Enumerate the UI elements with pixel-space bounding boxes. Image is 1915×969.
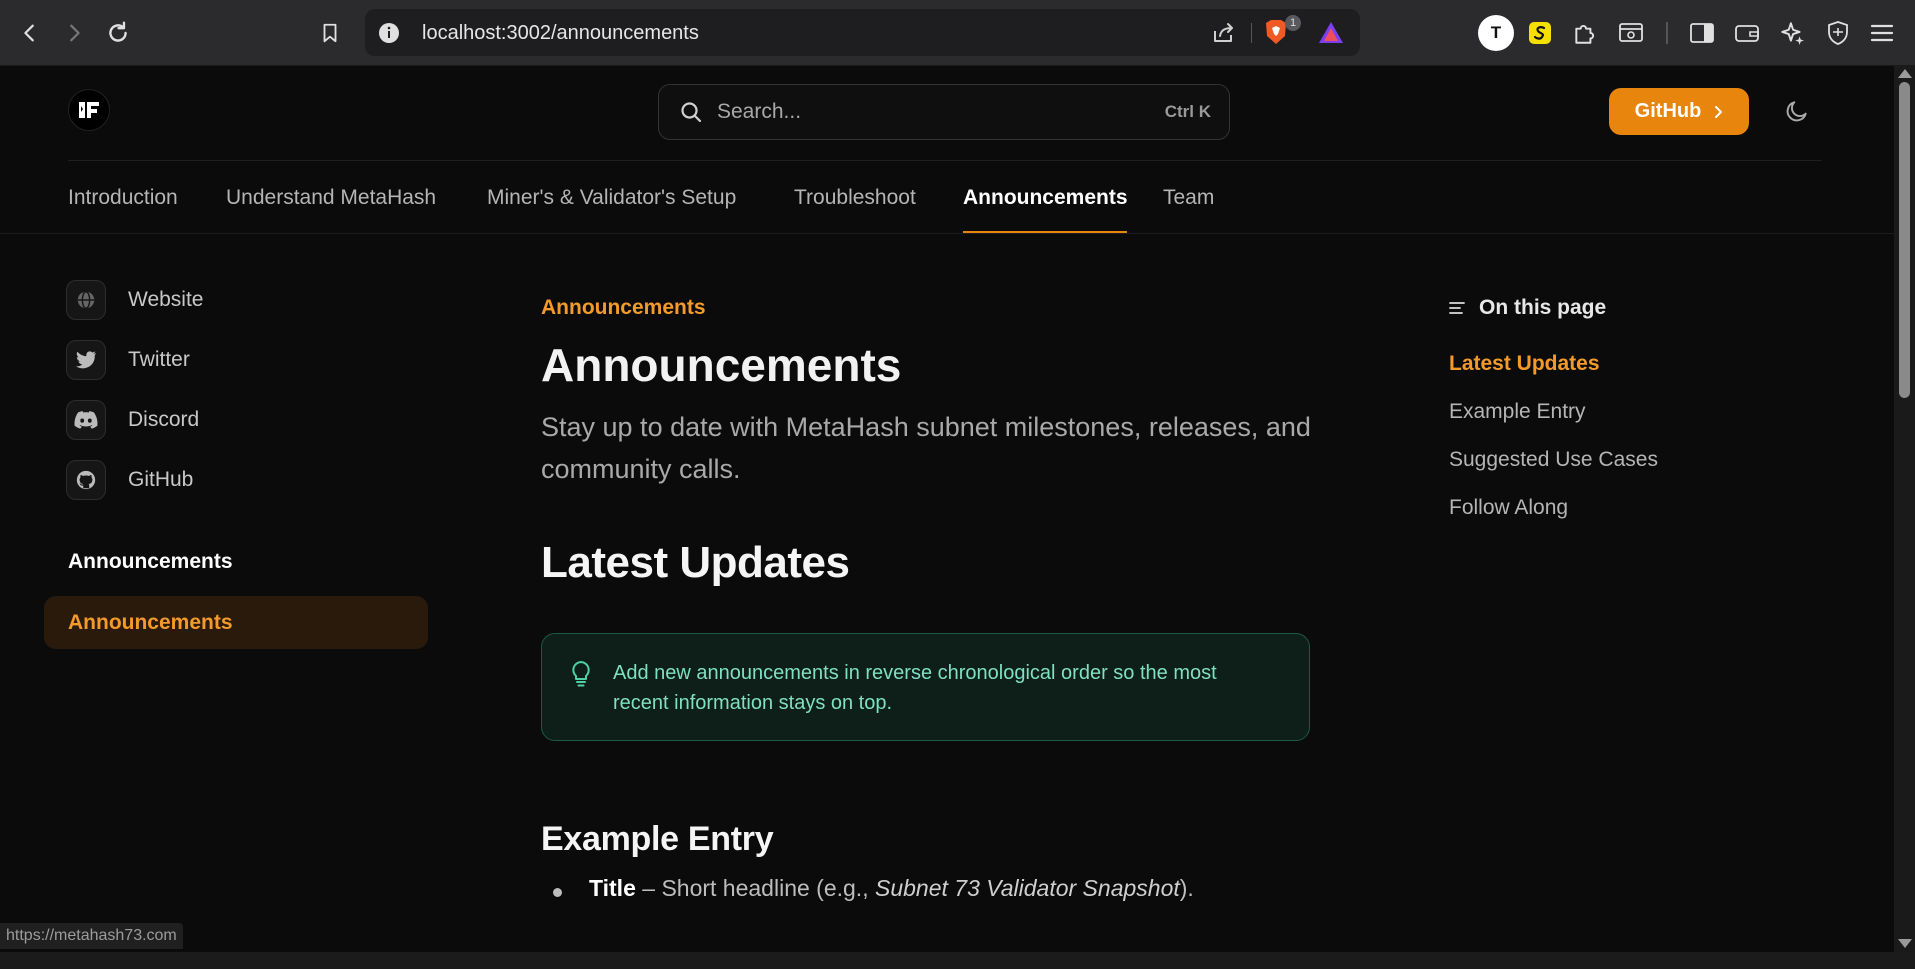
url-separator bbox=[1251, 23, 1252, 43]
site-logo[interactable] bbox=[68, 89, 110, 131]
scrollbar-thumb[interactable] bbox=[1899, 82, 1910, 398]
toc-item-follow-along[interactable]: Follow Along bbox=[1449, 496, 1568, 520]
toc-item-latest-updates[interactable]: Latest Updates bbox=[1449, 352, 1600, 376]
site-info-icon[interactable] bbox=[377, 21, 401, 50]
tabs-divider bbox=[0, 233, 1894, 234]
metahash-logo-icon bbox=[79, 102, 99, 118]
scroll-up-arrow[interactable] bbox=[1898, 69, 1912, 78]
brave-rewards-icon[interactable] bbox=[1317, 20, 1345, 51]
menu-icon[interactable] bbox=[1864, 15, 1900, 51]
tab-team[interactable]: Team bbox=[1163, 186, 1214, 210]
sidebar-section-heading: Announcements bbox=[68, 550, 233, 573]
profile-avatar[interactable]: T bbox=[1478, 15, 1514, 51]
lightbulb-icon bbox=[570, 660, 592, 693]
sidebar-link-github[interactable]: GitHub bbox=[66, 458, 193, 502]
github-button-label: GitHub bbox=[1634, 100, 1702, 122]
toc-item-suggested-use-cases[interactable]: Suggested Use Cases bbox=[1449, 448, 1658, 472]
page-title: Announcements bbox=[541, 339, 902, 391]
search-shortcut: Ctrl K bbox=[1164, 102, 1211, 121]
reload-button[interactable] bbox=[100, 15, 136, 51]
search-box[interactable]: Search... Ctrl K bbox=[658, 84, 1230, 140]
github-icon bbox=[66, 460, 106, 500]
sidebar-link-label: Website bbox=[128, 288, 204, 311]
sidebar-link-label: Discord bbox=[128, 408, 200, 431]
heading-example-entry: Example Entry bbox=[541, 820, 774, 858]
align-left-icon bbox=[1449, 302, 1465, 314]
share-icon[interactable] bbox=[1211, 21, 1237, 50]
breadcrumb[interactable]: Announcements bbox=[541, 296, 706, 320]
sidebar-toggle-icon[interactable] bbox=[1684, 15, 1720, 51]
status-bar-url: https://metahash73.com bbox=[0, 923, 183, 949]
list-bullet bbox=[553, 888, 562, 897]
browser-toolbar: localhost:3002/announcements 1 T bbox=[0, 0, 1915, 66]
tab-understand-metahash[interactable]: Understand MetaHash bbox=[226, 186, 436, 210]
search-placeholder[interactable]: Search... bbox=[717, 100, 801, 124]
sidebar-item-announcements[interactable]: Announcements bbox=[44, 596, 428, 649]
header-divider bbox=[68, 160, 1822, 161]
list-item-end: ). bbox=[1179, 875, 1194, 901]
github-button[interactable]: GitHub bbox=[1609, 88, 1749, 135]
reload-icon bbox=[109, 21, 127, 42]
wallet-icon[interactable] bbox=[1729, 15, 1765, 51]
extensions-puzzle-icon[interactable] bbox=[1567, 15, 1603, 51]
leo-ai-icon[interactable] bbox=[1774, 15, 1810, 51]
toc-title: On this page bbox=[1449, 296, 1606, 320]
twitter-icon bbox=[66, 340, 106, 380]
search-icon bbox=[679, 100, 703, 129]
discord-icon bbox=[66, 400, 106, 440]
callout-text: Add new announcements in reverse chronol… bbox=[613, 662, 1217, 714]
toc-item-example-entry[interactable]: Example Entry bbox=[1449, 400, 1586, 424]
forward-button[interactable] bbox=[56, 15, 92, 51]
tab-setup[interactable]: Miner's & Validator's Setup bbox=[487, 186, 736, 210]
list-item: Title – Short headline (e.g., Subnet 73 … bbox=[589, 875, 1194, 902]
list-item-term: Title bbox=[589, 875, 636, 901]
back-button[interactable] bbox=[12, 15, 48, 51]
sidebar-link-label: Twitter bbox=[128, 348, 190, 371]
list-item-example: Subnet 73 Validator Snapshot bbox=[874, 875, 1180, 901]
address-bar[interactable]: localhost:3002/announcements 1 bbox=[365, 9, 1360, 56]
sidebar-link-discord[interactable]: Discord bbox=[66, 398, 199, 442]
shields-badge: 1 bbox=[1285, 15, 1301, 31]
reader-mode-icon[interactable] bbox=[1613, 15, 1649, 51]
list-item-text: – Short headline (e.g., bbox=[635, 875, 875, 901]
vpn-shield-icon[interactable] bbox=[1820, 15, 1856, 51]
page-description: Stay up to date with MetaHash subnet mil… bbox=[541, 412, 1311, 484]
sidebar-link-twitter[interactable]: Twitter bbox=[66, 338, 190, 382]
tab-introduction[interactable]: Introduction bbox=[68, 186, 178, 210]
theme-toggle[interactable] bbox=[1784, 98, 1810, 129]
toolbar-separator bbox=[1666, 22, 1668, 44]
bookmark-icon bbox=[323, 23, 337, 43]
docs-page: Search... Ctrl K GitHub Introduction Und… bbox=[0, 66, 1894, 952]
tab-announcements[interactable]: Announcements bbox=[963, 186, 1128, 210]
back-arrow-icon bbox=[24, 24, 34, 42]
sidebar-link-label: GitHub bbox=[128, 468, 194, 491]
bookmark-button[interactable] bbox=[312, 15, 348, 51]
extension-icon[interactable] bbox=[1522, 15, 1558, 51]
tab-troubleshoot[interactable]: Troubleshoot bbox=[794, 186, 916, 210]
scroll-down-arrow[interactable] bbox=[1898, 939, 1912, 948]
tip-callout: Add new announcements in reverse chronol… bbox=[541, 633, 1310, 741]
sidebar-link-website[interactable]: Website bbox=[66, 278, 203, 322]
forward-arrow-icon bbox=[70, 24, 80, 42]
moon-icon bbox=[1786, 101, 1807, 122]
os-taskbar bbox=[0, 952, 1915, 969]
chevron-right-icon bbox=[1715, 105, 1723, 118]
heading-latest-updates: Latest Updates bbox=[541, 538, 850, 587]
url-text[interactable]: localhost:3002/announcements bbox=[422, 22, 699, 45]
page-scrollbar[interactable] bbox=[1894, 66, 1915, 952]
globe-icon bbox=[66, 280, 106, 320]
toc-title-label: On this page bbox=[1479, 296, 1607, 319]
